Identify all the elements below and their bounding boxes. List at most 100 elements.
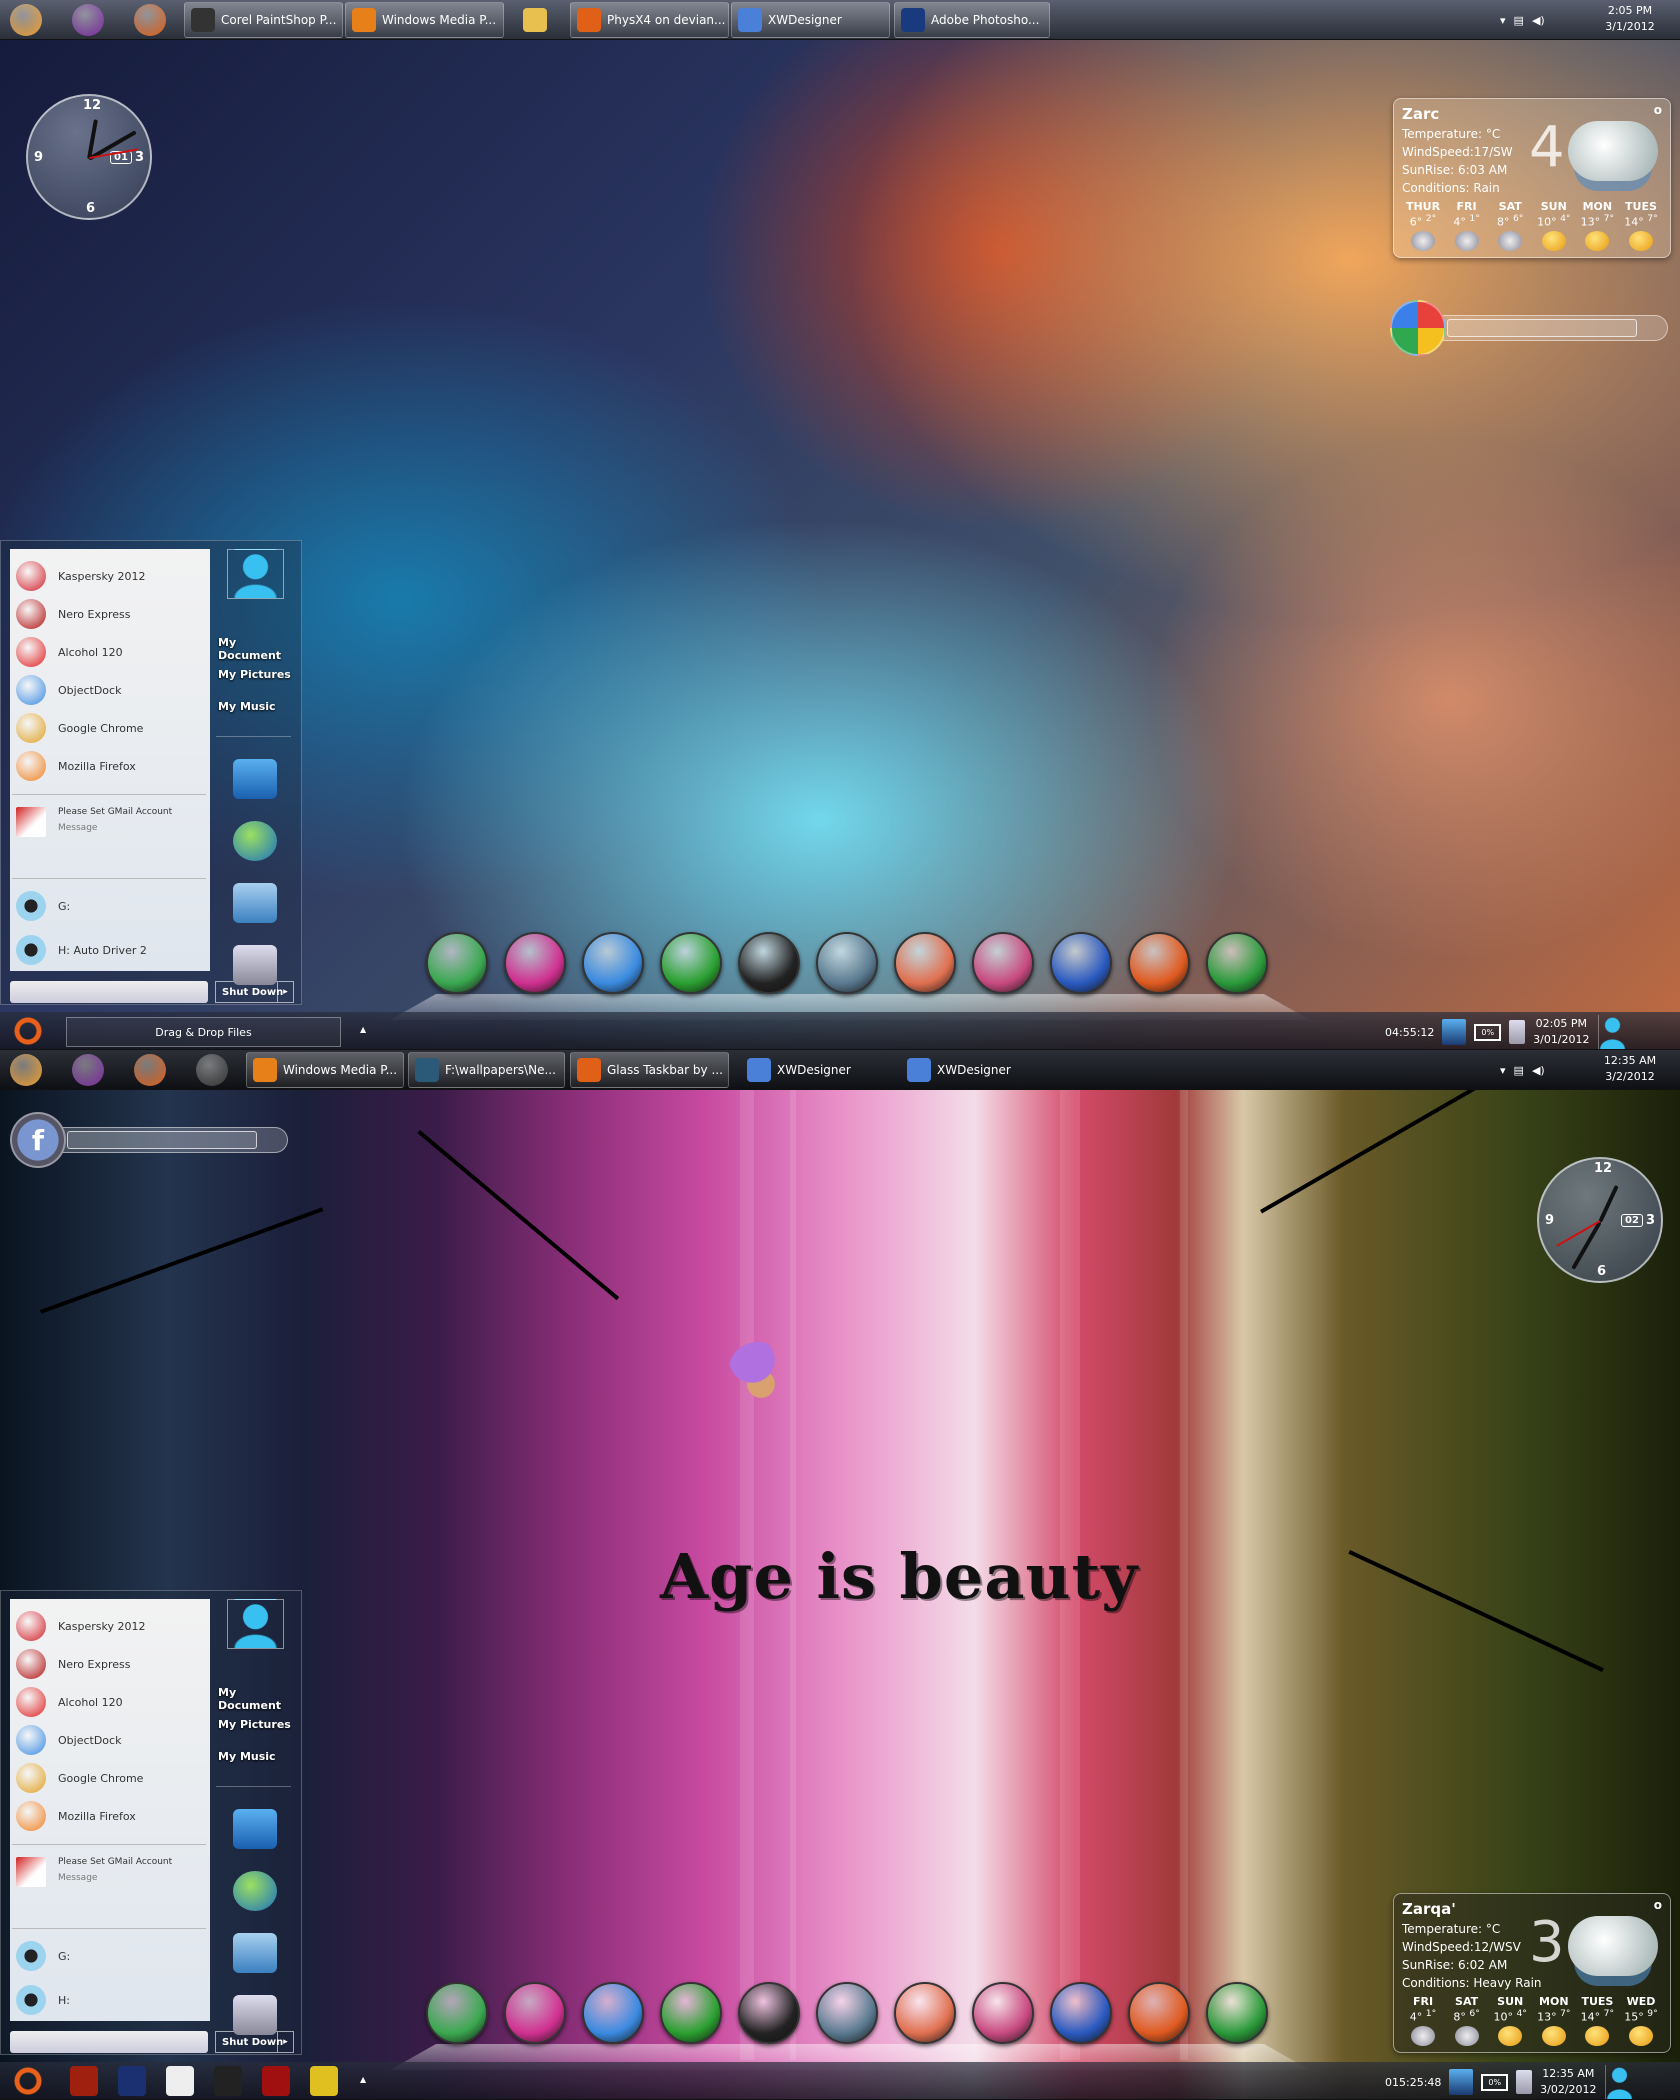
taskbar-button-media-player[interactable]: Windows Media P...	[345, 2, 504, 38]
taskbar-button-photoshop[interactable]: Adobe Photosho...	[894, 2, 1050, 38]
show-more-arrow[interactable]: ▲	[360, 1025, 366, 1034]
objectdock-icon[interactable]	[426, 1982, 488, 2044]
menu-item-nero-express[interactable]: Nero Express	[16, 597, 130, 631]
menu-item-objectdock[interactable]: ObjectDock	[16, 673, 121, 707]
user-icon[interactable]	[1597, 1015, 1626, 1049]
user-avatar[interactable]	[227, 1599, 284, 1649]
taskbar-clock[interactable]: 2:05 PM 3/1/2012	[1600, 3, 1660, 35]
gmail-notifier[interactable]: Please Set GMail Account Message	[16, 807, 172, 857]
gmail-notifier[interactable]: Please Set GMail Account Message	[16, 1857, 172, 1907]
menu-item-google-chrome[interactable]: Google Chrome	[16, 711, 143, 745]
picasa-icon[interactable]	[894, 932, 956, 994]
firefox-icon[interactable]	[134, 1054, 166, 1086]
monitor-icon[interactable]	[1442, 1019, 1467, 1045]
bing-icon[interactable]	[166, 2066, 194, 2096]
excel-icon[interactable]	[1206, 932, 1268, 994]
search-input[interactable]	[1438, 315, 1668, 341]
recycle-bin-icon[interactable]	[1509, 1020, 1526, 1044]
show-more-arrow[interactable]: ▲	[360, 2075, 366, 2084]
firefox-icon[interactable]	[134, 4, 166, 36]
app-pink-icon[interactable]	[972, 932, 1034, 994]
menu-item-objectdock[interactable]: ObjectDock	[16, 1723, 121, 1757]
link-my-music[interactable]: My Music	[218, 700, 276, 713]
start-search-input[interactable]	[10, 981, 208, 1003]
drive-item[interactable]: H: Auto Driver 2	[16, 933, 147, 967]
menu-item-google-chrome[interactable]: Google Chrome	[16, 1761, 143, 1795]
link-my-pictures[interactable]: My Pictures	[218, 1718, 291, 1731]
powerpoint-icon[interactable]	[1128, 932, 1190, 994]
media-player-classic-icon[interactable]	[738, 932, 800, 994]
facebook-icon[interactable]: f	[10, 1112, 66, 1168]
media-player-classic-icon[interactable]	[738, 1982, 800, 2044]
search-field[interactable]	[67, 1131, 257, 1149]
internet-globe-icon[interactable]	[233, 1871, 277, 1911]
app-arrows-icon[interactable]	[816, 1982, 878, 2044]
download-manager-icon[interactable]	[660, 932, 722, 994]
drive-item[interactable]: G:	[16, 889, 70, 923]
excel-icon[interactable]	[1206, 1982, 1268, 2044]
search-input[interactable]	[58, 1127, 288, 1153]
taskbar-button-firefox[interactable]: Glass Taskbar by ...	[570, 1052, 729, 1088]
word-icon[interactable]	[1050, 1982, 1112, 2044]
taskbar-button-xwdesigner[interactable]: XWDesigner	[731, 2, 890, 38]
start-orb-icon[interactable]	[10, 4, 42, 36]
shut-down-options-arrow[interactable]: ▸	[277, 982, 293, 1002]
app-star-icon[interactable]	[262, 2066, 290, 2096]
taskbar-button-folder[interactable]	[516, 2, 556, 38]
link-my-document[interactable]: My Document	[218, 636, 301, 662]
internet-explorer-icon[interactable]	[582, 1982, 644, 2044]
paintshop-icon[interactable]	[196, 1054, 228, 1086]
start-orb-icon[interactable]	[10, 1054, 42, 1086]
taskbar-button-xwdesigner[interactable]: XWDesigner	[740, 1052, 898, 1088]
taskbar-button-media-player[interactable]: Windows Media P...	[246, 1052, 404, 1088]
user-icon[interactable]	[1604, 2065, 1633, 2099]
volume-icon[interactable]: ◀)	[1532, 14, 1545, 27]
yahoo-messenger-icon[interactable]	[72, 1054, 104, 1086]
menu-item-mozilla-firefox[interactable]: Mozilla Firefox	[16, 749, 136, 783]
internet-globe-icon[interactable]	[233, 821, 277, 861]
link-my-document[interactable]: My Document	[218, 1686, 301, 1712]
word-icon[interactable]	[1050, 932, 1112, 994]
computer-icon[interactable]	[233, 759, 277, 799]
drag-drop-files-area[interactable]: Drag & Drop Files	[66, 1017, 341, 1047]
show-hidden-icons[interactable]: ▾	[1500, 14, 1506, 27]
run-icon[interactable]	[233, 1995, 277, 2035]
nfs-icon[interactable]	[118, 2066, 146, 2096]
drive-item[interactable]: G:	[16, 1939, 70, 1973]
drive-item[interactable]: H:	[16, 1983, 70, 2017]
ubuntu-start-orb[interactable]	[12, 1015, 44, 1047]
weather-options-button[interactable]: o	[1654, 1898, 1662, 1912]
menu-item-nero-express[interactable]: Nero Express	[16, 1647, 130, 1681]
ubuntu-start-orb[interactable]	[12, 2065, 44, 2097]
menu-item-alcohol-120[interactable]: Alcohol 120	[16, 635, 123, 669]
link-my-pictures[interactable]: My Pictures	[218, 668, 291, 681]
monitor-icon[interactable]	[1449, 2069, 1474, 2095]
internet-explorer-icon[interactable]	[582, 932, 644, 994]
taskbar-button-xwdesigner[interactable]: XWDesigner	[900, 1052, 1058, 1088]
control-panel-icon[interactable]	[233, 1933, 277, 1973]
start-search-input[interactable]	[10, 2031, 208, 2053]
search-field[interactable]	[1447, 319, 1637, 337]
link-my-music[interactable]: My Music	[218, 1750, 276, 1763]
taskbar-clock[interactable]: 12:35 AM 3/2/2012	[1600, 1053, 1660, 1085]
app-pink-icon[interactable]	[972, 1982, 1034, 2044]
taskbar-button-firefox[interactable]: PhysX4 on devian...	[570, 2, 729, 38]
objectdock-icon[interactable]	[426, 932, 488, 994]
menu-item-kaspersky-2012[interactable]: Kaspersky 2012	[16, 559, 145, 593]
volume-icon[interactable]: ◀)	[1532, 1064, 1545, 1077]
download-manager-icon[interactable]	[660, 1982, 722, 2044]
computer-icon[interactable]	[233, 1809, 277, 1849]
user-avatar[interactable]	[227, 549, 284, 599]
network-icon[interactable]: ▤	[1514, 1064, 1524, 1077]
show-hidden-icons[interactable]: ▾	[1500, 1064, 1506, 1077]
powerpoint-icon[interactable]	[1128, 1982, 1190, 2044]
menu-item-kaspersky-2012[interactable]: Kaspersky 2012	[16, 1609, 145, 1643]
menu-item-alcohol-120[interactable]: Alcohol 120	[16, 1685, 123, 1719]
google-icon[interactable]	[1390, 300, 1446, 356]
shut-down-options-arrow[interactable]: ▸	[277, 2032, 293, 2052]
app-gold-icon[interactable]	[310, 2066, 338, 2096]
recycle-bin-icon[interactable]	[1516, 2070, 1533, 2094]
menu-item-mozilla-firefox[interactable]: Mozilla Firefox	[16, 1799, 136, 1833]
run-icon[interactable]	[233, 945, 277, 985]
app-arrows-icon[interactable]	[816, 932, 878, 994]
